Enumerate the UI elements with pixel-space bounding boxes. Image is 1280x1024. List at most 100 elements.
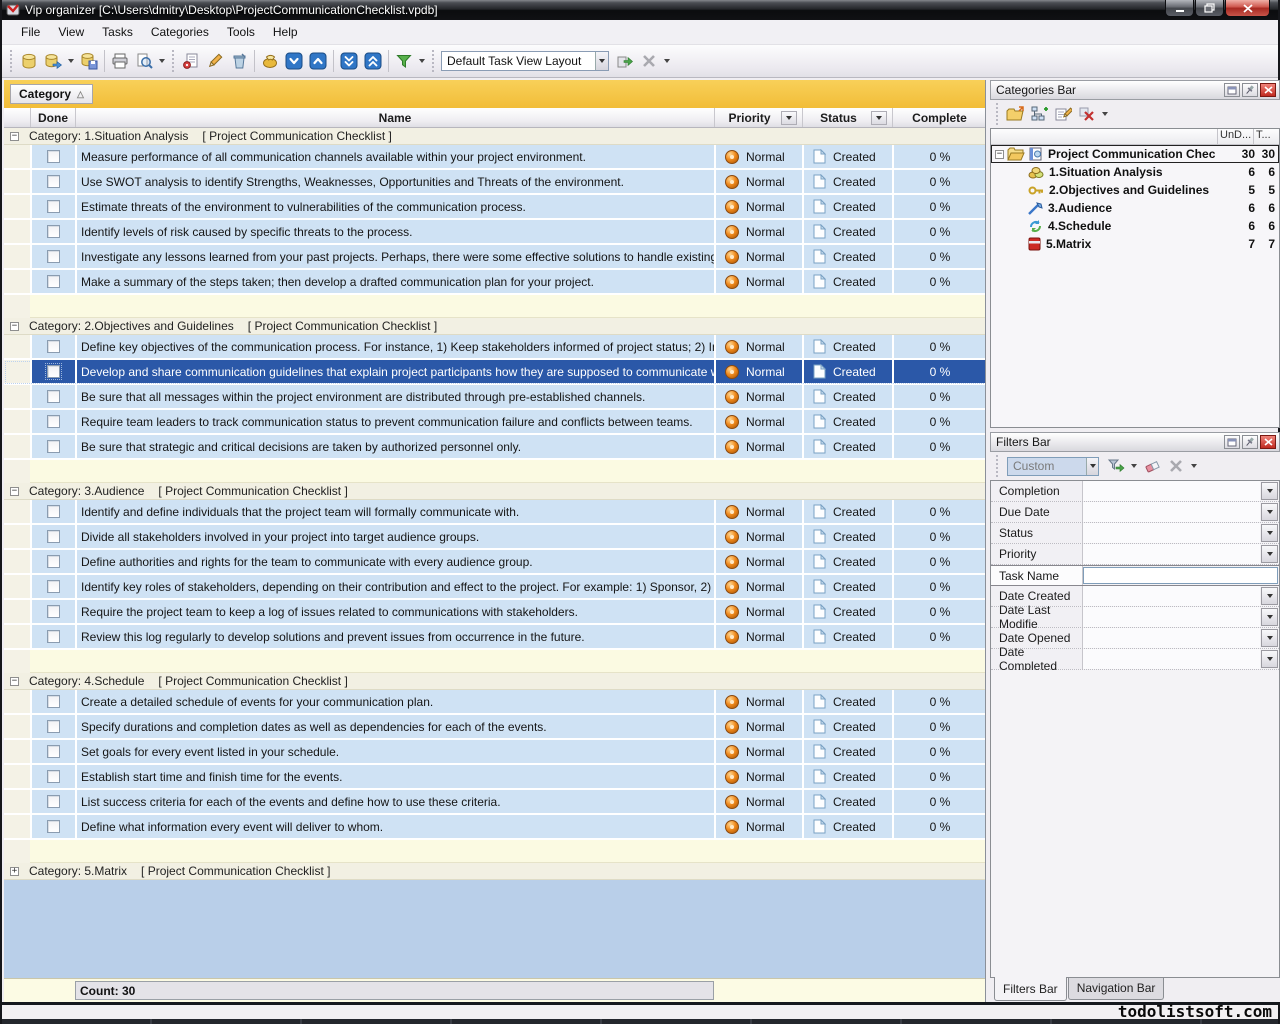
toolbar-gripper[interactable] xyxy=(171,50,176,72)
category-group-header[interactable]: +Category: 5.Matrix[ Project Communicati… xyxy=(4,863,985,880)
filter-dropdown-icon[interactable] xyxy=(1261,587,1278,605)
filter-dropdown-icon[interactable] xyxy=(1261,503,1278,521)
delete-task-icon[interactable] xyxy=(227,49,251,73)
task-row[interactable]: Use SWOT analysis to identify Strengths,… xyxy=(4,170,985,195)
task-row[interactable]: Identify key roles of stakeholders, depe… xyxy=(4,575,985,600)
filter-value-input[interactable] xyxy=(1083,502,1260,522)
collapse-icon[interactable]: − xyxy=(10,322,19,331)
tree-column-undone[interactable]: UnD... xyxy=(1217,129,1253,144)
task-row[interactable]: Make a summary of the steps taken; then … xyxy=(4,270,985,295)
filter-dropdown-icon[interactable] xyxy=(419,59,425,63)
open-database-dropdown-icon[interactable] xyxy=(68,59,74,63)
new-task-icon[interactable] xyxy=(179,49,203,73)
menu-item-tasks[interactable]: Tasks xyxy=(93,22,142,42)
filter-preset-combobox[interactable]: Custom xyxy=(1007,457,1099,476)
tree-item-category[interactable]: 1.Situation Analysis66 xyxy=(991,163,1279,181)
restore-button[interactable] xyxy=(1195,0,1224,17)
category-group-header[interactable]: −Category: 4.Schedule[ Project Communica… xyxy=(4,673,985,690)
task-row[interactable]: Define key objectives of the communicati… xyxy=(4,335,985,360)
toolbar-gripper[interactable] xyxy=(995,103,1000,125)
done-checkbox[interactable] xyxy=(47,530,60,543)
done-checkbox[interactable] xyxy=(47,505,60,518)
filter-dropdown-icon[interactable] xyxy=(1261,629,1278,647)
filter-value-input[interactable] xyxy=(1083,523,1260,543)
done-checkbox[interactable] xyxy=(47,415,60,428)
apply-filter-icon[interactable] xyxy=(1104,454,1128,478)
task-row[interactable]: Review this log regularly to develop sol… xyxy=(4,625,985,650)
move-up-icon[interactable] xyxy=(306,49,330,73)
delete-layout-icon[interactable] xyxy=(637,49,661,73)
toolbar-gripper[interactable] xyxy=(431,50,436,72)
filter-dropdown-icon[interactable] xyxy=(1261,545,1278,563)
column-header-complete[interactable]: Complete xyxy=(892,108,986,127)
column-header-status[interactable]: Status xyxy=(802,108,892,127)
done-checkbox[interactable] xyxy=(47,275,60,288)
done-checkbox[interactable] xyxy=(47,605,60,618)
apply-filter-dropdown-icon[interactable] xyxy=(1131,464,1137,468)
tree-item-root[interactable]: −Project Communication Chec3030 xyxy=(991,145,1279,163)
task-row[interactable]: Measure performance of all communication… xyxy=(4,145,985,170)
save-database-icon[interactable] xyxy=(77,49,101,73)
task-row[interactable]: Estimate threats of the environment to v… xyxy=(4,195,985,220)
task-row[interactable]: Develop and share communication guidelin… xyxy=(4,360,985,385)
new-subcategory-icon[interactable] xyxy=(1027,102,1051,126)
done-checkbox[interactable] xyxy=(47,340,60,353)
pin-icon[interactable] xyxy=(1242,435,1258,449)
category-group-header[interactable]: −Category: 2.Objectives and Guidelines[ … xyxy=(4,318,985,335)
move-down-icon[interactable] xyxy=(282,49,306,73)
filter-value-input[interactable] xyxy=(1083,628,1260,648)
filter-dropdown-icon[interactable] xyxy=(1261,482,1278,500)
menu-item-help[interactable]: Help xyxy=(264,22,307,42)
task-row[interactable]: Identify levels of risk caused by specif… xyxy=(4,220,985,245)
task-row[interactable]: Require team leaders to track communicat… xyxy=(4,410,985,435)
delete-filter-icon[interactable] xyxy=(1164,454,1188,478)
tab-navigation-bar[interactable]: Navigation Bar xyxy=(1068,978,1165,1000)
task-row[interactable]: List success criteria for each of the ev… xyxy=(4,790,985,815)
menu-item-tools[interactable]: Tools xyxy=(218,22,264,42)
group-by-category-button[interactable]: Category △ xyxy=(10,84,93,104)
menu-item-view[interactable]: View xyxy=(49,22,93,42)
task-row[interactable]: Be sure that strategic and critical deci… xyxy=(4,435,985,460)
column-header-priority[interactable]: Priority xyxy=(714,108,802,127)
save-layout-icon[interactable] xyxy=(613,49,637,73)
collapse-icon[interactable]: − xyxy=(995,150,1004,159)
filter-value-input[interactable] xyxy=(1083,586,1260,606)
column-header-name[interactable]: Name xyxy=(75,108,714,127)
panel-restore-icon[interactable] xyxy=(1224,435,1240,449)
done-checkbox[interactable] xyxy=(47,745,60,758)
filter-value-input[interactable] xyxy=(1083,481,1260,501)
panel-close-icon[interactable] xyxy=(1260,435,1276,449)
filter-icon[interactable] xyxy=(392,49,416,73)
collapse-icon[interactable]: − xyxy=(10,132,19,141)
done-checkbox[interactable] xyxy=(47,390,60,403)
done-checkbox[interactable] xyxy=(47,175,60,188)
panel-close-icon[interactable] xyxy=(1260,83,1276,97)
done-checkbox[interactable] xyxy=(47,250,60,263)
task-row[interactable]: Set goals for every event listed in your… xyxy=(4,740,985,765)
category-group-header[interactable]: −Category: 3.Audience[ Project Communica… xyxy=(4,483,985,500)
tree-item-category[interactable]: 5.Matrix77 xyxy=(991,235,1279,253)
priority-filter-icon[interactable] xyxy=(781,111,797,125)
delete-category-icon[interactable] xyxy=(1075,102,1099,126)
edit-task-icon[interactable] xyxy=(203,49,227,73)
print-icon[interactable] xyxy=(108,49,132,73)
toolbar-gripper[interactable] xyxy=(995,455,1000,477)
done-checkbox[interactable] xyxy=(47,720,60,733)
layout-dropdown-icon[interactable] xyxy=(664,59,670,63)
tree-item-category[interactable]: 4.Schedule66 xyxy=(991,217,1279,235)
filter-value-input[interactable] xyxy=(1083,544,1260,564)
task-row[interactable]: Establish start time and finish time for… xyxy=(4,765,985,790)
done-checkbox[interactable] xyxy=(47,695,60,708)
print-preview-icon[interactable] xyxy=(132,49,156,73)
filter-preset-dropdown-icon[interactable] xyxy=(1086,458,1098,475)
filter-value-input[interactable] xyxy=(1083,649,1260,669)
filter-value-input[interactable] xyxy=(1083,607,1260,627)
complete-task-icon[interactable] xyxy=(258,49,282,73)
done-checkbox[interactable] xyxy=(47,555,60,568)
move-bottom-icon[interactable] xyxy=(337,49,361,73)
done-checkbox[interactable] xyxy=(47,580,60,593)
done-checkbox[interactable] xyxy=(47,795,60,808)
done-checkbox[interactable] xyxy=(47,630,60,643)
panel-restore-icon[interactable] xyxy=(1224,83,1240,97)
tree-item-category[interactable]: 2.Objectives and Guidelines55 xyxy=(991,181,1279,199)
